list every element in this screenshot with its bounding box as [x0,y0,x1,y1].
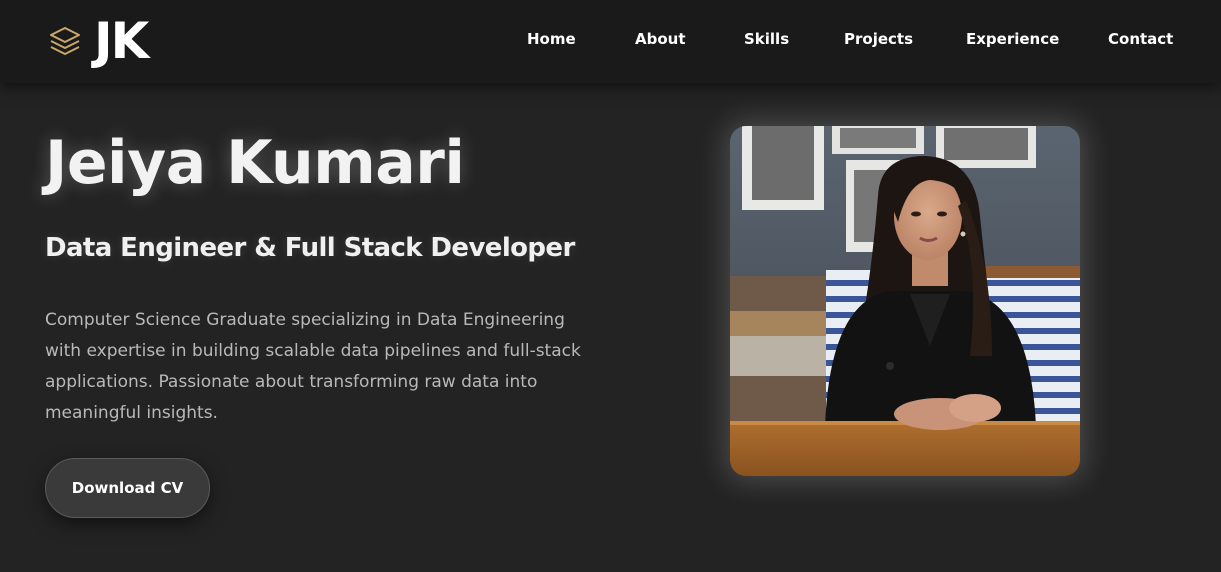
navbar: JK Home About Skills Projects Experience… [0,0,1221,83]
profile-photo [730,126,1080,476]
nav-links: Home About Skills Projects Experience Co… [0,0,1221,83]
nav-link-projects[interactable]: Projects [844,30,913,48]
hero-name: Jeiya Kumari [45,128,465,198]
nav-link-home[interactable]: Home [527,30,576,48]
hero-bio: Computer Science Graduate specializing i… [45,310,581,423]
hero-role: Data Engineer & Full Stack Developer [45,233,575,263]
nav-link-about[interactable]: About [635,30,686,48]
nav-link-skills[interactable]: Skills [744,30,789,48]
download-cv-button[interactable]: Download CV [45,458,210,518]
hero-section: Jeiya Kumari Data Engineer & Full Stack … [0,83,1221,572]
nav-link-contact[interactable]: Contact [1108,30,1173,48]
nav-link-experience[interactable]: Experience [966,30,1059,48]
